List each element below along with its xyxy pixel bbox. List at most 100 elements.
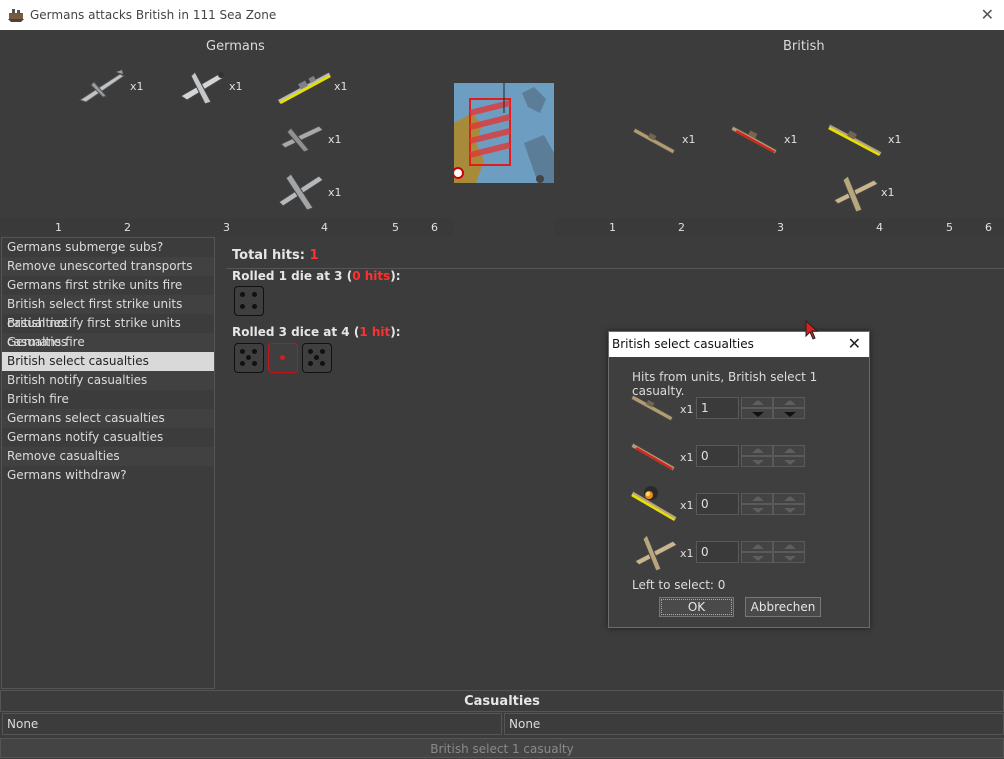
attacker-casualties: None xyxy=(2,713,502,735)
battleship-icon xyxy=(827,123,883,157)
heavy-bomber-icon xyxy=(278,173,324,211)
die-pip xyxy=(251,303,257,309)
step-item[interactable]: Germans fire xyxy=(2,333,214,352)
roll2-text: Rolled 3 dice at 4 (1 hit): xyxy=(232,325,401,339)
casualty-row: x1 1 xyxy=(630,387,861,427)
casualty-count-field[interactable]: 0 xyxy=(696,445,739,467)
die-face-5 xyxy=(234,343,264,373)
damaged-destroyer-icon xyxy=(630,442,676,472)
step-item[interactable]: Germans select casualties xyxy=(2,409,214,428)
step-item[interactable]: British fire xyxy=(2,390,214,409)
ruler-tick: 6 xyxy=(431,221,438,234)
ruler-tick: 4 xyxy=(321,221,328,234)
die-pip xyxy=(308,349,314,355)
attacker-unit-heavy-bomber: x1 xyxy=(275,168,342,215)
die-face-5 xyxy=(302,343,332,373)
ruler-tick: 1 xyxy=(55,221,62,234)
sea-zone-map-image xyxy=(454,83,554,183)
app-icon xyxy=(8,9,24,22)
casualty-spinner[interactable] xyxy=(741,493,773,515)
die-pip xyxy=(319,349,325,355)
casualty-count-field[interactable]: 0 xyxy=(696,493,739,515)
attacker-dice-ruler: 1 2 3 4 5 6 xyxy=(0,218,453,236)
defender-unit-cruiser: x1 xyxy=(632,120,696,159)
die-pip xyxy=(308,360,314,366)
battle-steps-list[interactable]: Germans submerge subs? Remove unescorted… xyxy=(1,237,215,689)
defender-unit-battleship: x1 xyxy=(827,118,902,163)
step-item-selected[interactable]: British select casualties xyxy=(2,352,214,371)
attacker-label: Germans xyxy=(206,39,265,54)
cruiser-icon xyxy=(632,127,676,155)
die-pip xyxy=(240,292,246,298)
status-bar: British select 1 casualty xyxy=(0,738,1004,758)
close-icon[interactable]: ✕ xyxy=(981,5,994,24)
casualty-spinner-max[interactable] xyxy=(773,541,805,563)
step-item[interactable]: British notify casualties xyxy=(2,371,214,390)
die-pip xyxy=(251,349,257,355)
battle-panel: Germans British x1 x1 x1 x1 x1 x1 x1 x1 … xyxy=(0,30,1004,758)
fighter-plane-icon xyxy=(180,71,224,105)
damaged-destroyer-icon xyxy=(730,125,778,155)
bomber-plane-icon xyxy=(78,70,125,103)
burning-battleship-icon xyxy=(630,486,678,522)
casualty-row: x1 0 xyxy=(630,435,861,475)
ruler-tick: 2 xyxy=(124,221,131,234)
cancel-button[interactable]: Abbrechen xyxy=(745,597,821,617)
casualty-spinner[interactable] xyxy=(741,541,773,563)
step-item[interactable]: Germans first strike units fire xyxy=(2,276,214,295)
ruler-tick: 5 xyxy=(946,221,953,234)
ruler-tick: 2 xyxy=(678,221,685,234)
step-item[interactable]: Germans withdraw? xyxy=(2,466,214,485)
die-pip xyxy=(246,355,251,360)
dialog-title: British select casualties xyxy=(612,337,754,351)
step-item[interactable]: Germans submerge subs? xyxy=(2,238,214,257)
casualty-spinner[interactable] xyxy=(741,445,773,467)
die-pip xyxy=(240,349,246,355)
casualty-row: x1 0 xyxy=(631,531,861,572)
defender-dice-ruler: 1 2 3 4 5 6 xyxy=(555,218,1004,236)
window-titlebar: Germans attacks British in 111 Sea Zone … xyxy=(0,0,1004,30)
ruler-tick: 4 xyxy=(876,221,883,234)
ruler-tick: 5 xyxy=(392,221,399,234)
step-item[interactable]: Remove unescorted transports xyxy=(2,257,214,276)
dialog-titlebar: British select casualties ✕ xyxy=(609,332,869,357)
battleship-icon xyxy=(276,71,332,105)
step-item[interactable]: British notify first strike units casual… xyxy=(2,314,214,349)
total-hits-value: 1 xyxy=(309,248,319,263)
die-pip xyxy=(314,355,319,360)
casualty-count-field[interactable]: 0 xyxy=(696,541,739,563)
total-hits-label: Total hits: xyxy=(232,248,310,263)
step-item[interactable]: Remove casualties xyxy=(2,447,214,466)
attacker-unit-tactical-bomber: x1 xyxy=(277,120,342,159)
die-pip xyxy=(240,303,246,309)
casualty-row: x1 0 xyxy=(630,483,861,523)
step-item[interactable]: British select first strike units casual… xyxy=(2,295,214,330)
casualty-spinner-max[interactable] xyxy=(773,493,805,515)
die-pip xyxy=(251,360,257,366)
attacker-unit-bomber: x1 xyxy=(76,66,144,109)
casualty-count-field[interactable]: 1 xyxy=(696,397,739,419)
roll1-hits: 0 hits xyxy=(352,269,391,283)
casualties-header: Casualties xyxy=(0,690,1004,712)
defender-unit-fighter: x1 xyxy=(830,170,895,217)
ruler-tick: 6 xyxy=(985,221,992,234)
left-to-select: Left to select: 0 xyxy=(632,578,726,592)
defender-unit-destroyer: x1 xyxy=(730,118,798,161)
casualty-spinner-max[interactable] xyxy=(773,445,805,467)
ruler-tick: 3 xyxy=(777,221,784,234)
close-icon[interactable]: ✕ xyxy=(848,334,861,353)
casualty-spinner[interactable] xyxy=(741,397,773,419)
total-hits: Total hits: 1 xyxy=(232,248,318,263)
sea-zone-map[interactable] xyxy=(454,83,554,183)
defender-casualties: None xyxy=(504,713,1004,735)
defender-label: British xyxy=(783,39,825,54)
die-pip xyxy=(280,355,285,360)
step-item[interactable]: Germans notify casualties xyxy=(2,428,214,447)
die-pip xyxy=(251,292,257,298)
fighter-plane-icon xyxy=(634,534,678,572)
ok-button[interactable]: OK xyxy=(659,597,734,617)
casualty-spinner-max[interactable] xyxy=(773,397,805,419)
ruler-tick: 3 xyxy=(223,221,230,234)
cruiser-icon xyxy=(630,394,674,422)
attacker-unit-battleship: x1 xyxy=(275,66,348,109)
